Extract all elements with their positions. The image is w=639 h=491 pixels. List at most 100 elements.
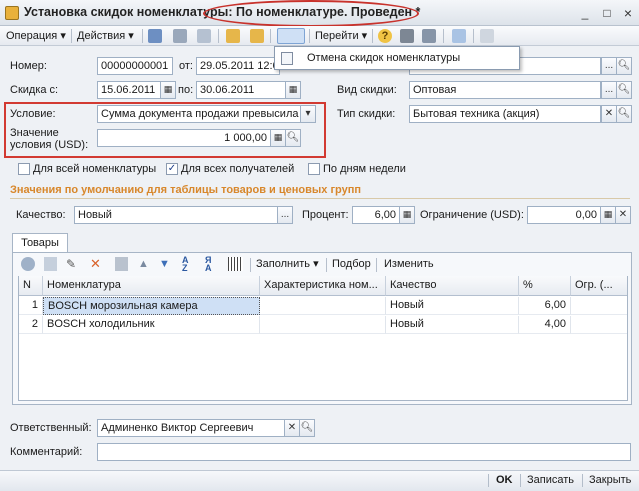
help-icon[interactable]: ? <box>378 29 392 43</box>
number-field[interactable]: 00000000001 <box>97 57 173 75</box>
discount-to-label: по: <box>178 84 194 96</box>
actions-menu[interactable]: Действия ▾ <box>77 28 134 44</box>
open-icon[interactable] <box>250 29 264 43</box>
table-row-characteristic[interactable] <box>260 297 386 315</box>
select-button[interactable]: ... <box>277 206 293 224</box>
calculator-icon[interactable]: ▦ <box>600 206 616 224</box>
based-on-popup: Отмена скидок номенклатуры <box>274 46 520 70</box>
quality-label: Качество: <box>16 209 66 221</box>
table-row-quality[interactable]: Новый <box>386 316 519 334</box>
limit-label: Ограничение (USD): <box>420 209 524 221</box>
table-row-item[interactable]: BOSCH морозильная камера <box>43 297 260 315</box>
operation-menu[interactable]: Операция ▾ <box>6 28 66 44</box>
condition-select[interactable]: Сумма документа продажи превысила <box>97 105 301 123</box>
copy-icon[interactable] <box>197 29 211 43</box>
table-row-percent[interactable]: 6,00 <box>519 297 571 315</box>
condition-amount-label: Значение условия (USD): <box>10 127 88 151</box>
from-label: от: <box>179 60 193 72</box>
chevron-down-icon: ▾ <box>313 258 319 270</box>
close-window-button[interactable]: × <box>621 6 635 20</box>
toolbar-divider <box>250 258 251 272</box>
limit-field[interactable]: 0,00 <box>527 206 601 224</box>
from-date-field[interactable]: 29.05.2011 12:0 <box>196 57 280 75</box>
clear-icon[interactable]: ✕ <box>601 105 617 123</box>
responsible-field[interactable]: Админенко Виктор Сергеевич <box>97 419 285 437</box>
select-button[interactable]: ... <box>601 57 617 75</box>
discount-kind-field[interactable]: Оптовая <box>409 81 601 99</box>
move-up-icon[interactable]: ▲ <box>138 257 151 271</box>
print-icon[interactable] <box>173 29 187 43</box>
table-row-item[interactable]: BOSCH холодильник <box>43 316 260 334</box>
folder-icon[interactable] <box>226 29 240 43</box>
table-row-limit[interactable] <box>571 297 627 315</box>
discount-from-field[interactable]: 15.06.2011 <box>97 81 161 99</box>
maximize-button[interactable]: □ <box>600 6 614 20</box>
table-row-percent[interactable]: 4,00 <box>519 316 571 334</box>
condition-amount-field[interactable]: 1 000,00 <box>97 129 271 147</box>
select-button[interactable]: ... <box>601 81 617 99</box>
minimize-button[interactable]: _ <box>578 6 592 20</box>
search-icon[interactable]: 🔍︎ <box>616 105 632 123</box>
delete-row-icon[interactable]: ✕ <box>90 257 103 271</box>
price-type-field[interactable]: Бытовая техника (акция) <box>409 105 601 123</box>
select-items-button[interactable]: Подбор <box>332 256 371 272</box>
change-button[interactable]: Изменить <box>384 256 434 272</box>
discount-to-field[interactable]: 30.06.2011 <box>196 81 286 99</box>
clear-icon[interactable]: ✕ <box>615 206 631 224</box>
search-icon[interactable]: 🔍︎ <box>616 81 632 99</box>
report-icon[interactable] <box>480 29 494 43</box>
edit-row-icon[interactable]: ✎ <box>66 257 79 271</box>
search-icon[interactable] <box>452 29 466 43</box>
sort-ascending-icon[interactable]: AZ <box>182 256 198 273</box>
list-icon[interactable] <box>422 29 436 43</box>
calendar-icon[interactable]: ▦ <box>285 81 301 99</box>
search-icon[interactable]: 🔍︎ <box>285 129 301 147</box>
search-icon[interactable]: 🔍︎ <box>299 419 315 437</box>
quality-field[interactable]: Новый <box>74 206 278 224</box>
ok-button[interactable]: OK <box>496 473 513 487</box>
structure-icon[interactable] <box>400 29 414 43</box>
close-button[interactable]: Закрыть <box>589 473 631 487</box>
column-header-quality[interactable]: Качество <box>386 276 519 296</box>
by-weekdays-checkbox[interactable] <box>308 163 320 175</box>
calendar-icon[interactable]: ▦ <box>160 81 176 99</box>
bottom-divider <box>488 474 489 487</box>
toolbar-divider <box>270 29 271 43</box>
goto-menu[interactable]: Перейти ▾ <box>315 28 367 44</box>
all-items-checkbox[interactable] <box>18 163 30 175</box>
post-icon[interactable] <box>148 29 162 43</box>
column-header-characteristic[interactable]: Характеристика ном... <box>260 276 386 296</box>
column-header-percent[interactable]: % <box>519 276 571 296</box>
table-row-limit[interactable] <box>571 316 627 334</box>
tab-goods[interactable]: Товары <box>12 233 68 253</box>
price-type-label: Тип скидки: <box>337 108 396 120</box>
table-row-characteristic[interactable] <box>260 316 386 334</box>
chevron-down-icon[interactable]: ▾ <box>300 105 316 123</box>
clear-icon[interactable]: ✕ <box>284 419 300 437</box>
calculator-icon[interactable]: ▦ <box>270 129 286 147</box>
condition-amount-label-line1: Значение <box>10 127 59 139</box>
calculator-icon[interactable]: ▦ <box>399 206 415 224</box>
fill-menu[interactable]: Заполнить ▾ <box>256 256 319 272</box>
barcode-icon[interactable] <box>228 257 243 271</box>
move-down-icon[interactable]: ▼ <box>159 257 172 271</box>
all-recipients-label: Для всех получателей <box>181 163 295 175</box>
responsible-label: Ответственный: <box>10 422 92 434</box>
add-row-icon[interactable] <box>21 257 35 271</box>
comment-field[interactable] <box>97 443 631 461</box>
cancel-discounts-menu-item[interactable]: Отмена скидок номенклатуры <box>307 52 460 64</box>
search-icon[interactable]: 🔍︎ <box>616 57 632 75</box>
column-header-limit[interactable]: Огр. (... <box>571 276 627 296</box>
number-label: Номер: <box>10 60 47 72</box>
table-row-quality[interactable]: Новый <box>386 297 519 315</box>
save-button[interactable]: Записать <box>527 473 574 487</box>
column-header-n[interactable]: N <box>19 276 43 296</box>
table-row-n: 2 <box>19 316 43 334</box>
copy-row-icon[interactable] <box>44 257 57 271</box>
column-header-item[interactable]: Номенклатура <box>43 276 260 296</box>
percent-field[interactable]: 6,00 <box>352 206 400 224</box>
based-on-menu-button[interactable] <box>277 28 305 44</box>
all-recipients-checkbox[interactable]: ✓ <box>166 163 178 175</box>
sort-descending-icon[interactable]: ЯA <box>205 256 221 273</box>
save-row-icon[interactable] <box>115 257 128 271</box>
